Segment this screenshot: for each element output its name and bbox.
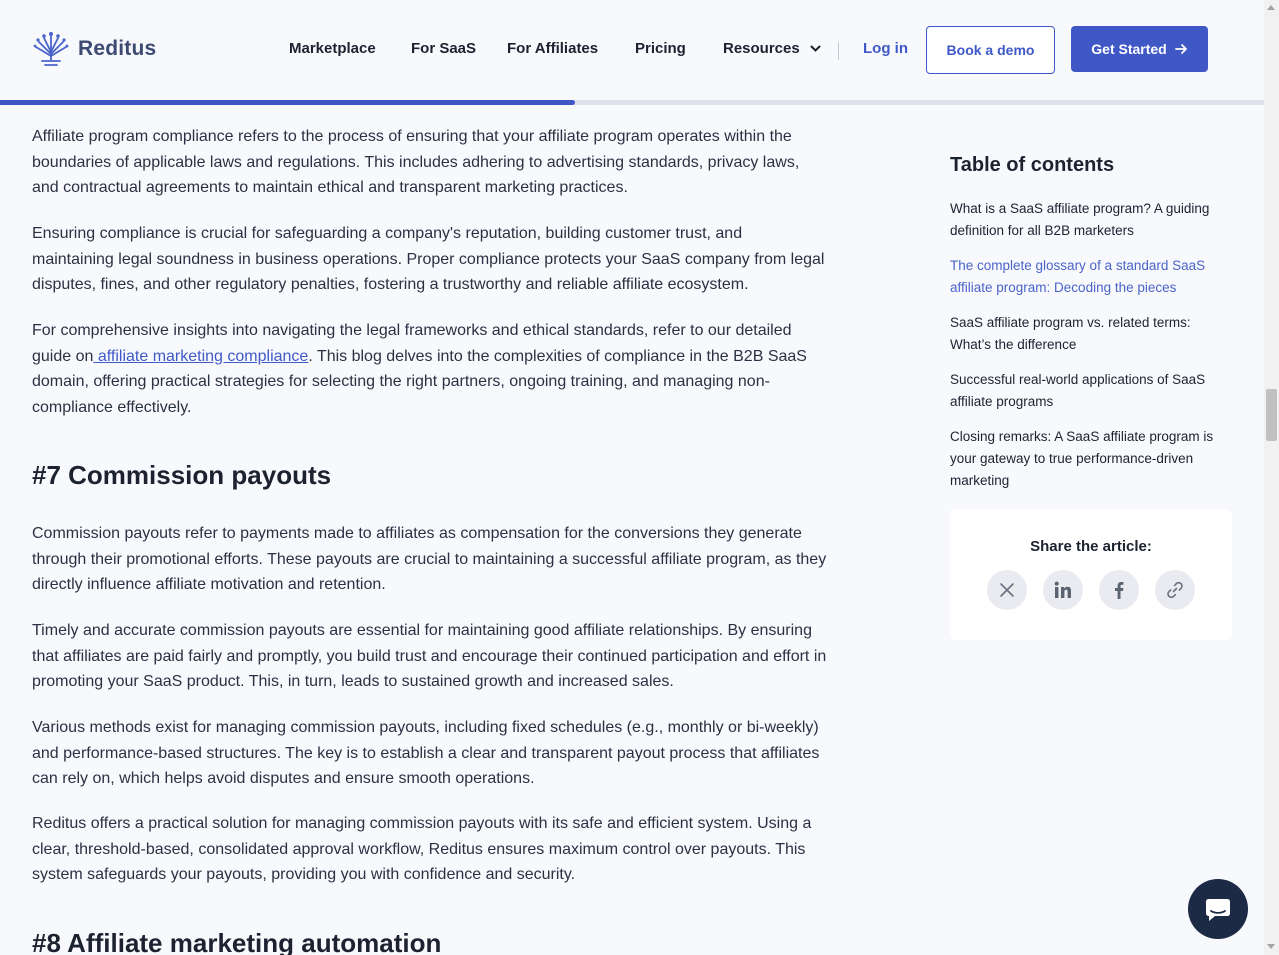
share-linkedin-button[interactable]	[1043, 570, 1083, 610]
book-demo-button[interactable]: Book a demo	[926, 26, 1055, 74]
paragraph-payouts-reditus: Reditus offers a practical solution for …	[32, 815, 812, 884]
arrow-right-icon	[1174, 44, 1187, 54]
table-of-contents: Table of contents What is a SaaS affilia…	[950, 154, 1232, 488]
toc-item-definition[interactable]: What is a SaaS affiliate program? A guid…	[950, 198, 1232, 242]
toc-item-closing-remarks[interactable]: Closing remarks: A SaaS affiliate progra…	[950, 426, 1232, 492]
paragraph-payouts-methods: Various methods exist for managing commi…	[32, 719, 820, 788]
link-icon	[1167, 581, 1183, 599]
nav-divider	[838, 42, 839, 60]
share-facebook-button[interactable]	[1099, 570, 1139, 610]
nav-pricing[interactable]: Pricing	[635, 40, 686, 57]
book-demo-label: Book a demo	[946, 42, 1035, 58]
toc-title: Table of contents	[950, 154, 1115, 176]
login-link[interactable]: Log in	[863, 40, 908, 57]
reading-progress-fill	[0, 100, 576, 105]
logo[interactable]: Reditus	[32, 30, 156, 68]
share-title: Share the article:	[1030, 538, 1152, 555]
chevron-down-icon	[810, 45, 821, 52]
get-started-label: Get Started	[1091, 41, 1167, 57]
scroll-up-arrow-icon[interactable]	[1267, 5, 1275, 10]
nav-marketplace[interactable]: Marketplace	[289, 40, 376, 57]
paragraph-payouts-importance: Timely and accurate commission payouts a…	[32, 622, 827, 691]
scroll-down-arrow-icon[interactable]	[1267, 944, 1275, 949]
reditus-tree-logo-icon	[33, 32, 69, 66]
nav-for-affiliates[interactable]: For Affiliates	[507, 40, 598, 57]
heading-commission-payouts: #7 Commission payouts	[32, 460, 332, 490]
logo-text: Reditus	[78, 37, 157, 60]
paragraph-payouts-definition: Commission payouts refer to payments mad…	[32, 525, 827, 594]
toc-item-glossary[interactable]: The complete glossary of a standard SaaS…	[950, 255, 1232, 299]
share-copy-link-button[interactable]	[1155, 570, 1195, 610]
share-x-button[interactable]	[987, 570, 1027, 610]
toc-item-real-world-applications[interactable]: Successful real-world applications of Sa…	[950, 369, 1232, 413]
chat-widget-button[interactable]	[1188, 879, 1248, 939]
heading-affiliate-automation: #8 Affiliate marketing automation	[32, 928, 442, 955]
facebook-icon	[1115, 582, 1124, 599]
scrollbar-thumb[interactable]	[1266, 389, 1277, 441]
paragraph-compliance-guide: For comprehensive insights into navigati…	[32, 318, 827, 421]
affiliate-marketing-compliance-link[interactable]: affiliate marketing compliance	[93, 348, 308, 365]
linkedin-icon	[1054, 581, 1071, 598]
paragraph-compliance-importance: Ensuring compliance is crucial for safeg…	[32, 225, 825, 294]
chat-bubble-icon	[1206, 899, 1230, 921]
page-scrollbar[interactable]	[1264, 0, 1279, 955]
toc-item-vs-related-terms[interactable]: SaaS affiliate program vs. related terms…	[950, 312, 1232, 356]
nav-resources[interactable]: Resources	[723, 40, 821, 57]
nav-for-saas[interactable]: For SaaS	[411, 40, 476, 57]
reading-progress-bar	[0, 100, 1264, 105]
site-header: Reditus Marketplace For SaaS For Affilia…	[0, 0, 1264, 100]
share-card: Share the article:	[950, 509, 1232, 640]
x-twitter-icon	[1000, 583, 1014, 597]
paragraph-compliance-definition: Affiliate program compliance refers to t…	[32, 128, 800, 197]
nav-resources-label: Resources	[723, 40, 800, 57]
get-started-button[interactable]: Get Started	[1071, 26, 1208, 72]
